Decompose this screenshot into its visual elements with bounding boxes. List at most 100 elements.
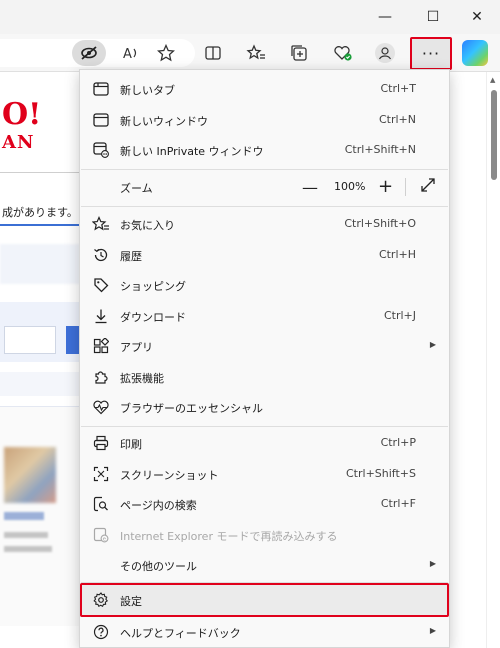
submenu-arrow-icon: ▶ — [429, 626, 436, 635]
page-notice-text: 成があります。 — [2, 206, 78, 219]
news-thumbnail[interactable] — [4, 447, 56, 503]
menu-item-label: 新しいウィンドウ — [120, 115, 208, 128]
menu-item-shopping[interactable]: ショッピング — [80, 270, 449, 300]
search-input[interactable] — [4, 326, 56, 354]
menu-item-label: アプリ — [120, 341, 153, 354]
apps-icon — [92, 337, 110, 355]
favorites-icon[interactable] — [243, 40, 269, 66]
menu-item-screenshot[interactable]: スクリーンショット Ctrl+Shift+S — [80, 459, 449, 489]
menu-item-settings[interactable]: 設定 — [80, 583, 449, 617]
title-bar: — ☐ ✕ — [0, 0, 500, 34]
menu-item-label: ブラウザーのエッセンシャル — [120, 402, 263, 415]
menu-item-label: 設定 — [120, 595, 142, 608]
menu-item-label: ヘルプとフィードバック — [120, 627, 241, 640]
close-icon: ✕ — [471, 9, 483, 25]
history-icon — [92, 246, 110, 264]
help-icon — [92, 623, 110, 641]
menu-item-new-tab[interactable]: 新しいタブ Ctrl+T — [80, 74, 449, 104]
zoom-level: 100% — [334, 180, 366, 193]
menu-item-label: お気に入り — [120, 219, 175, 232]
shortcut-label: Ctrl+P — [380, 436, 416, 449]
menu-item-label: ページ内の検索 — [120, 499, 197, 512]
inprivate-icon — [92, 141, 110, 159]
menu-item-label: 履歴 — [120, 250, 142, 263]
settings-and-more-menu: 新しいタブ Ctrl+T 新しいウィンドウ Ctrl+N 新しい InPriva… — [79, 69, 450, 648]
screenshot-icon — [92, 465, 110, 483]
divider — [0, 172, 80, 173]
news-link[interactable] — [4, 512, 44, 520]
zoom-divider — [405, 178, 406, 196]
favorites-icon — [92, 215, 110, 233]
shortcut-label: Ctrl+J — [383, 309, 416, 322]
shortcut-label: Ctrl+N — [378, 113, 416, 126]
shortcut-label: Ctrl+F — [380, 497, 416, 510]
blurred-content — [0, 244, 80, 284]
full-screen-button[interactable] — [420, 177, 436, 197]
menu-item-find-on-page[interactable]: ページ内の検索 Ctrl+F — [80, 489, 449, 519]
search-button[interactable] — [66, 326, 80, 354]
favorite-star-icon[interactable] — [153, 40, 179, 66]
menu-separator — [81, 206, 448, 207]
download-icon — [92, 307, 110, 325]
tag-icon — [92, 276, 110, 294]
more-icon: ··· — [421, 44, 441, 63]
page-scrollbar[interactable]: ▲ — [486, 72, 500, 648]
find-icon — [92, 495, 110, 513]
menu-item-label: 新しい InPrivate ウィンドウ — [120, 145, 264, 158]
minimize-button[interactable]: — — [362, 0, 408, 34]
collections-icon[interactable] — [286, 40, 312, 66]
menu-item-label: スクリーンショット — [120, 469, 219, 482]
menu-item-label: 拡張機能 — [120, 372, 164, 385]
copilot-icon[interactable] — [462, 40, 488, 66]
gear-icon — [92, 591, 110, 609]
yahoo-logo[interactable]: O! — [2, 100, 41, 130]
menu-item-history[interactable]: 履歴 Ctrl+H — [80, 240, 449, 270]
ie-mode-icon: e — [92, 526, 110, 544]
menu-item-zoom: ズーム — 100% + — [80, 172, 449, 202]
split-screen-icon[interactable] — [200, 40, 226, 66]
menu-item-label: Internet Explorer モードで再読み込みする — [120, 530, 338, 543]
menu-item-apps[interactable]: アプリ ▶ — [80, 331, 449, 361]
scrollbar-thumb[interactable] — [491, 90, 497, 180]
submenu-arrow-icon: ▶ — [429, 340, 436, 349]
menu-item-label: ダウンロード — [120, 311, 186, 324]
new-tab-icon — [92, 80, 110, 98]
settings-and-more-button[interactable]: ··· — [410, 37, 452, 70]
menu-item-new-inprivate[interactable]: 新しい InPrivate ウィンドウ Ctrl+Shift+N — [80, 135, 449, 165]
menu-item-browser-essentials[interactable]: ブラウザーのエッセンシャル — [80, 392, 449, 422]
close-window-button[interactable]: ✕ — [454, 0, 500, 34]
menu-item-print[interactable]: 印刷 Ctrl+P — [80, 428, 449, 458]
blurred-content — [0, 372, 80, 396]
blurred-text — [4, 546, 52, 552]
svg-text:A: A — [123, 47, 132, 61]
menu-item-extensions[interactable]: 拡張機能 — [80, 362, 449, 392]
menu-item-more-tools[interactable]: その他のツール ▶ — [80, 550, 449, 580]
menu-item-label: その他のツール — [120, 560, 197, 573]
blurred-text — [4, 532, 48, 538]
shortcut-label: Ctrl+Shift+S — [346, 467, 416, 480]
heart-pulse-icon — [92, 398, 110, 416]
read-aloud-icon[interactable]: A — [118, 40, 144, 66]
menu-item-downloads[interactable]: ダウンロード Ctrl+J — [80, 301, 449, 331]
zoom-in-button[interactable]: + — [378, 176, 393, 197]
shortcut-label: Ctrl+T — [380, 82, 416, 95]
maximize-button[interactable]: ☐ — [410, 0, 456, 34]
minimize-icon: — — [378, 9, 392, 25]
shortcut-label: Ctrl+Shift+O — [344, 217, 416, 230]
menu-item-label: 新しいタブ — [120, 84, 175, 97]
profile-icon[interactable] — [372, 40, 398, 66]
menu-separator — [81, 169, 448, 170]
menu-item-favorites[interactable]: お気に入り Ctrl+Shift+O — [80, 209, 449, 239]
new-window-icon — [92, 111, 110, 129]
menu-item-help-feedback[interactable]: ヘルプとフィードバック ▶ — [80, 617, 449, 647]
menu-item-new-window[interactable]: 新しいウィンドウ Ctrl+N — [80, 105, 449, 135]
shortcut-label: Ctrl+H — [378, 248, 416, 261]
menu-item-label: 印刷 — [120, 438, 142, 451]
shortcut-label: Ctrl+Shift+N — [344, 143, 416, 156]
zoom-label: ズーム — [120, 182, 153, 195]
scroll-up-icon[interactable]: ▲ — [490, 76, 495, 84]
menu-item-ie-mode: e Internet Explorer モードで再読み込みする — [80, 520, 449, 550]
maximize-icon: ☐ — [426, 9, 440, 25]
zoom-out-button[interactable]: — — [302, 178, 318, 197]
browser-essentials-icon[interactable] — [330, 40, 356, 66]
